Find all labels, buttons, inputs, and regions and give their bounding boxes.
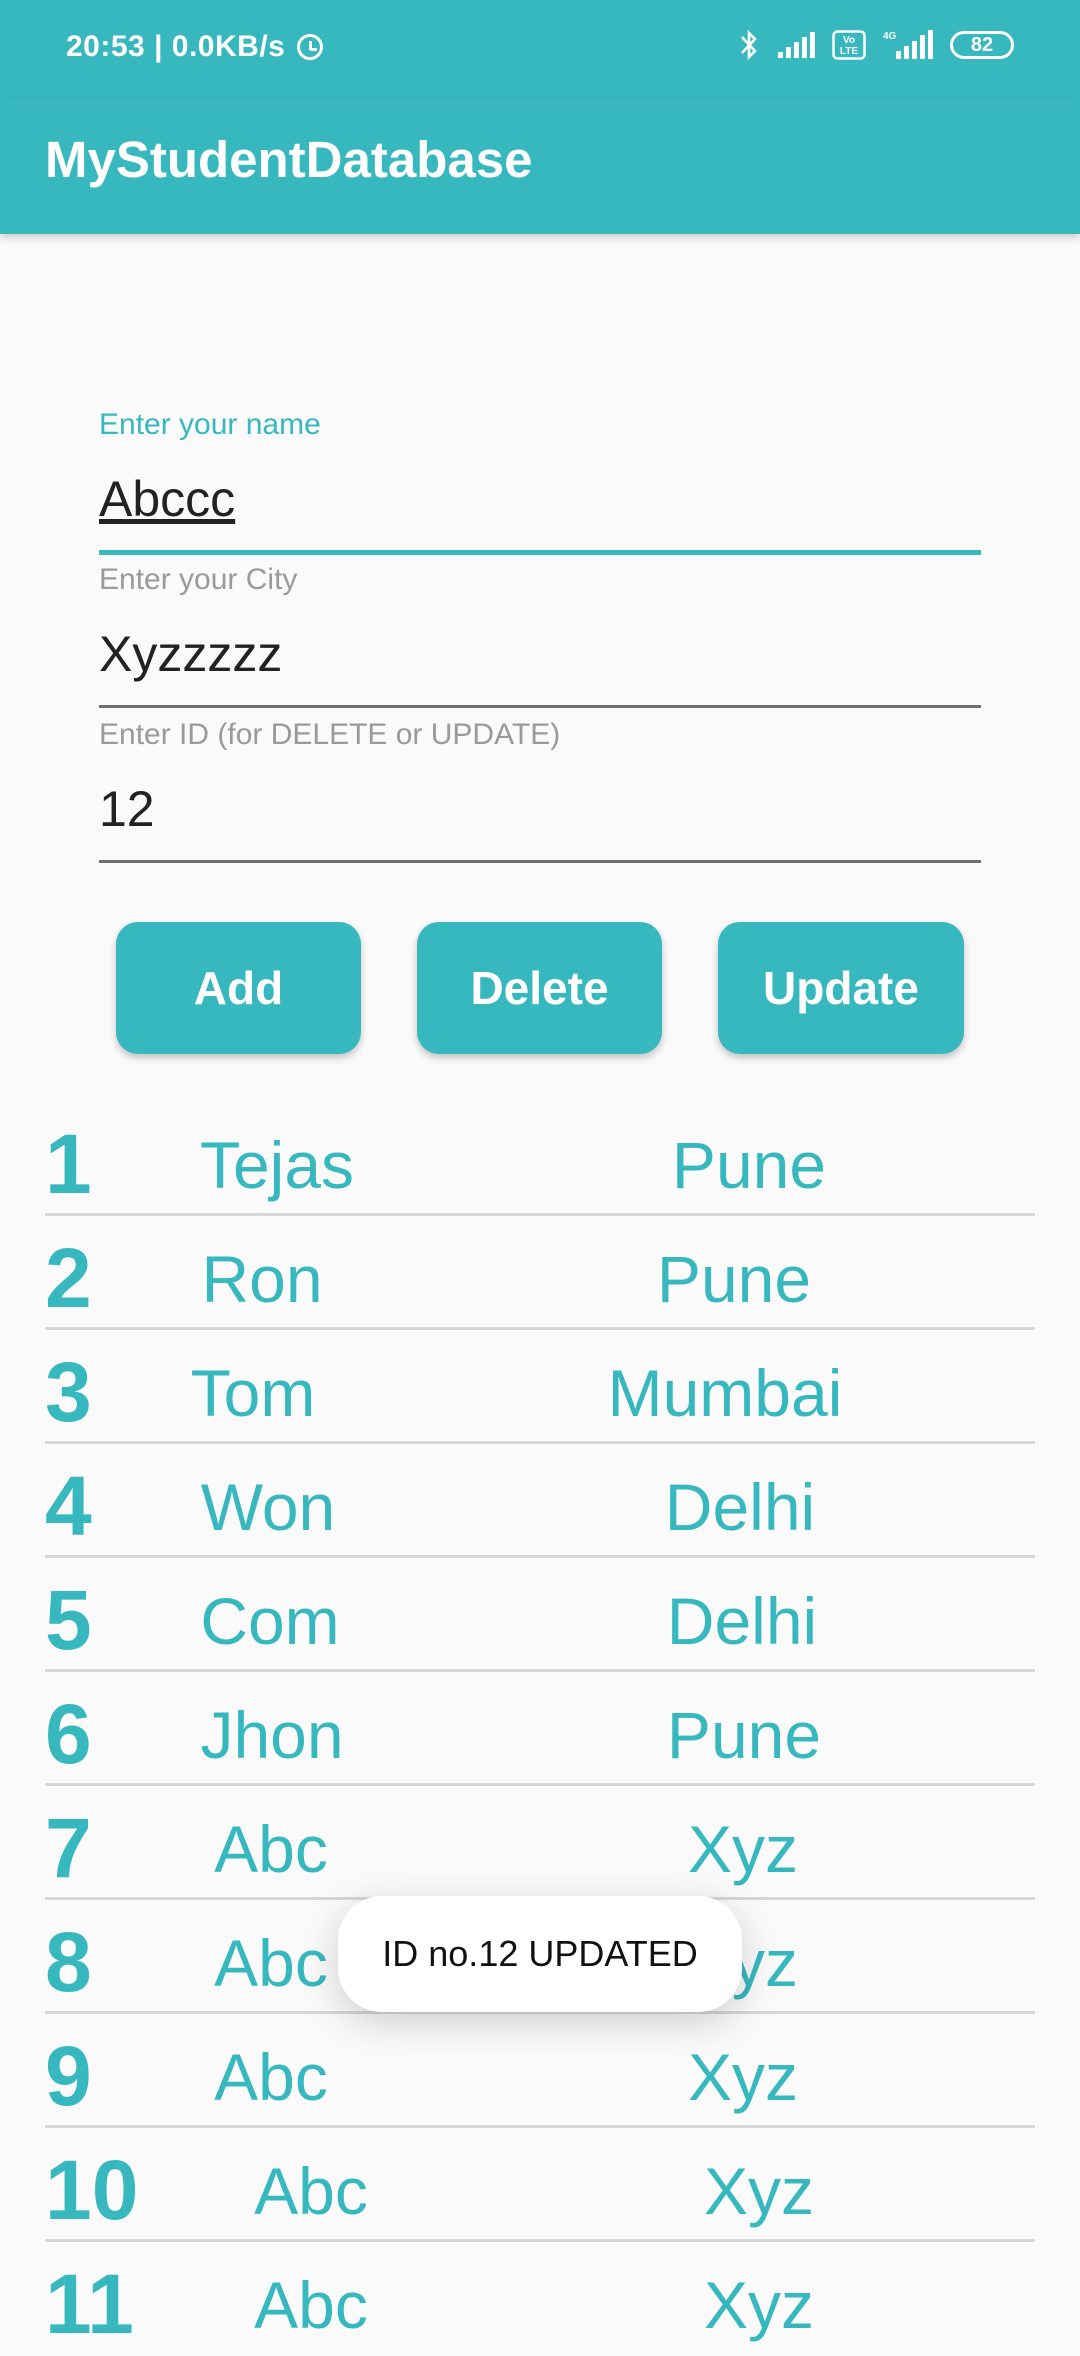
status-right: Vo LTE 4G 82 xyxy=(738,28,1014,62)
list-item[interactable]: 9 Abc Xyz xyxy=(45,2014,1035,2128)
name-label: Enter your name xyxy=(99,408,321,441)
student-id: 11 xyxy=(45,2257,134,2351)
list-item[interactable]: 10 Abc Xyz xyxy=(45,2128,1035,2242)
list-item[interactable]: 6 Jhon Pune xyxy=(45,1672,1035,1786)
status-time-speed: 20:53 | 0.0KB/s xyxy=(66,30,286,63)
student-id: 7 xyxy=(45,1801,92,1895)
student-id: 9 xyxy=(45,2029,92,2123)
update-button[interactable]: Update xyxy=(718,922,964,1054)
delete-button[interactable]: Delete xyxy=(417,922,662,1054)
student-city: Pune xyxy=(666,1698,822,1772)
status-left: 20:53 | 0.0KB/s xyxy=(66,30,324,64)
student-city: Xyz xyxy=(687,1812,799,1886)
signal-icon xyxy=(778,32,815,58)
list-item[interactable]: 3 Tom Mumbai xyxy=(45,1330,1035,1444)
4g-signal-icon: 4G xyxy=(883,30,933,59)
student-name: Com xyxy=(200,1584,340,1658)
app-bar: MyStudentDatabase xyxy=(0,100,1080,234)
name-input[interactable]: Abccc xyxy=(99,470,981,555)
student-city: Delhi xyxy=(664,1470,816,1544)
student-id: 10 xyxy=(45,2143,139,2237)
list-item[interactable]: 11 Abc Xyz xyxy=(45,2242,1035,2356)
student-name: Tom xyxy=(190,1356,316,1430)
list-item[interactable]: 5 Com Delhi xyxy=(45,1558,1035,1672)
student-city: Xyz xyxy=(687,2040,799,2114)
svg-text:4G: 4G xyxy=(883,31,897,42)
list-item[interactable]: 2 Ron Pune xyxy=(45,1216,1035,1330)
app-title: MyStudentDatabase xyxy=(45,131,533,188)
student-name: Tejas xyxy=(199,1128,355,1202)
student-name: Abc xyxy=(214,2040,328,2114)
svg-text:LTE: LTE xyxy=(840,46,858,57)
id-field-group: Enter ID (for DELETE or UPDATE) 12 xyxy=(99,718,981,863)
student-id: 5 xyxy=(45,1573,92,1667)
student-city: Delhi xyxy=(666,1584,818,1658)
list-item[interactable]: 1 Tejas Pune xyxy=(45,1102,1035,1216)
student-id: 3 xyxy=(45,1345,92,1439)
student-id: 4 xyxy=(45,1459,92,1553)
student-city: Mumbai xyxy=(607,1356,843,1430)
student-city: Pune xyxy=(656,1242,812,1316)
student-id: 2 xyxy=(45,1231,92,1325)
city-label: Enter your City xyxy=(99,563,298,596)
id-input[interactable]: 12 xyxy=(99,780,981,863)
city-input[interactable]: Xyzzzzz xyxy=(99,625,981,708)
toast-message: ID no.12 UPDATED xyxy=(338,1896,742,2012)
alarm-icon xyxy=(297,34,324,60)
student-city: Xyz xyxy=(703,2268,815,2342)
student-name: Abc xyxy=(254,2268,368,2342)
add-button[interactable]: Add xyxy=(116,922,361,1054)
battery-icon: 82 xyxy=(950,31,1014,59)
status-bar: 20:53 | 0.0KB/s Vo LTE 4G 82 xyxy=(0,0,1080,100)
list-item[interactable]: 4 Won Delhi xyxy=(45,1444,1035,1558)
bluetooth-icon xyxy=(741,29,757,61)
student-id: 1 xyxy=(45,1117,92,1211)
student-id: 6 xyxy=(45,1687,92,1781)
city-field-group: Enter your City Xyzzzzz xyxy=(99,563,981,708)
student-name: Abc xyxy=(214,1812,328,1886)
name-field-group: Enter your name Abccc xyxy=(99,408,981,555)
student-name: Abc xyxy=(254,2154,368,2228)
svg-text:Vo: Vo xyxy=(843,35,855,46)
student-id: 8 xyxy=(45,1915,92,2009)
student-city: Xyz xyxy=(703,2154,815,2228)
student-city: Pune xyxy=(671,1128,827,1202)
student-name: Ron xyxy=(201,1242,323,1316)
student-name: Jhon xyxy=(200,1698,344,1772)
student-name: Won xyxy=(200,1470,336,1544)
volte-icon: Vo LTE xyxy=(832,30,866,60)
id-label: Enter ID (for DELETE or UPDATE) xyxy=(99,718,561,751)
battery-level: 82 xyxy=(970,33,994,56)
list-item[interactable]: 7 Abc Xyz xyxy=(45,1786,1035,1900)
